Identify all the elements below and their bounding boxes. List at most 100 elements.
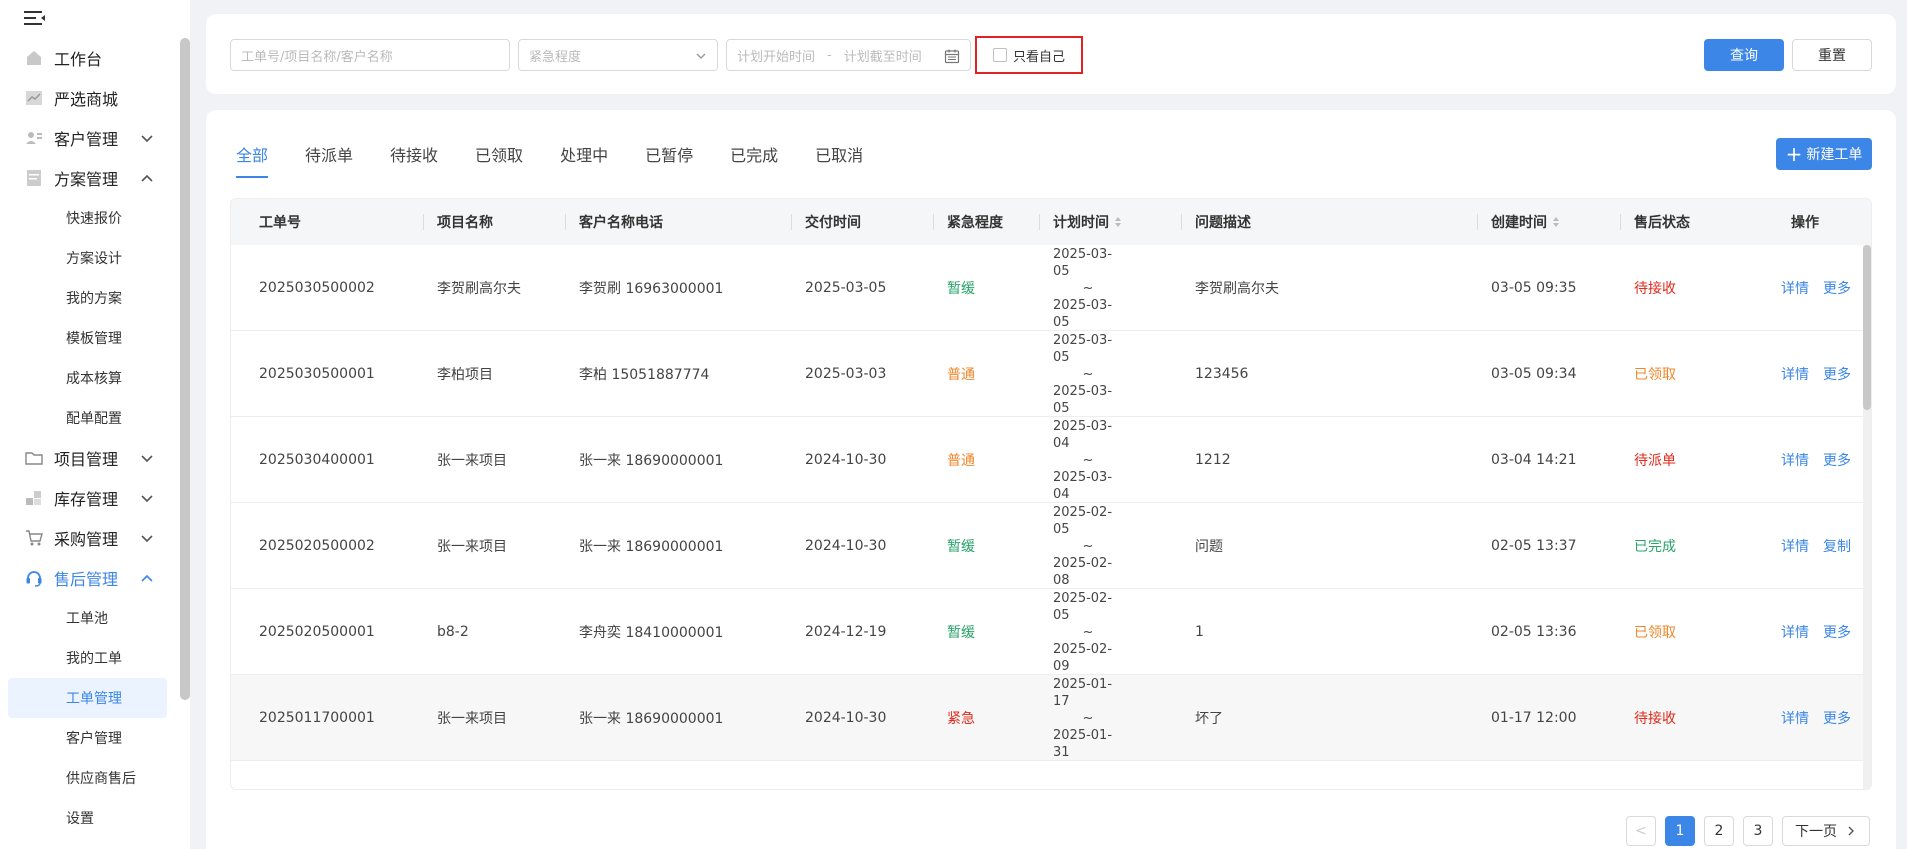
sidebar-item-label: 客户管理 <box>54 130 119 149</box>
more-link[interactable]: 更多 <box>1823 708 1851 728</box>
new-work-order-button[interactable]: + 新建工单 <box>1776 138 1872 170</box>
table-row[interactable]: 2025030500002 李贺刷高尔夫 李贺刷 16963000001 2025-0… <box>231 245 1871 331</box>
row-actions: 详情 更多 <box>1781 589 1865 675</box>
sidebar-item-label: 售后管理 <box>54 570 119 589</box>
detail-link[interactable]: 详情 <box>1781 278 1809 298</box>
keyword-placeholder: 工单号/项目名称/客户名称 <box>241 49 393 65</box>
more-link[interactable]: 更多 <box>1823 278 1851 298</box>
table-scrollbar-thumb[interactable] <box>1863 245 1871 410</box>
after-sales-status: 待派单 <box>1634 453 1676 469</box>
detail-link[interactable]: 详情 <box>1781 364 1809 384</box>
table-row[interactable]: 2025011700001 张一来项目 张一来 18690000001 2024-10… <box>231 675 1871 761</box>
collapse-menu-icon[interactable] <box>24 10 46 26</box>
reset-button[interactable]: 重置 <box>1792 39 1872 71</box>
sidebar-item[interactable]: 方案管理 <box>0 158 175 198</box>
table-body: 2025030500002 李贺刷高尔夫 李贺刷 16963000001 2025-0… <box>231 245 1871 761</box>
created-time: 02-05 13:36 <box>1491 624 1577 640</box>
sidebar-item[interactable]: 项目管理 <box>0 438 175 478</box>
delivery-date: 2024-10-30 <box>805 710 887 726</box>
status-tab[interactable]: 已领取 <box>475 142 523 178</box>
status-tab[interactable]: 待接收 <box>390 142 438 178</box>
sidebar-item[interactable]: 售后管理 <box>0 558 175 598</box>
next-page-button[interactable]: 下一页 <box>1782 816 1870 846</box>
status-tab[interactable]: 已完成 <box>730 142 778 178</box>
status-tab[interactable]: 处理中 <box>560 142 608 178</box>
column-divider <box>565 214 566 230</box>
status-tab[interactable]: 待派单 <box>305 142 353 178</box>
sort-icon[interactable] <box>1115 217 1121 227</box>
sidebar-scrollbar[interactable] <box>180 38 190 700</box>
sidebar-item[interactable]: 严选商城 <box>0 78 175 118</box>
prev-page-button[interactable]: < <box>1626 816 1656 846</box>
query-button[interactable]: 查询 <box>1704 39 1784 71</box>
only-mine-checkbox[interactable]: 只看自己 <box>975 36 1083 74</box>
status-tab[interactable]: 已取消 <box>815 142 863 178</box>
plan-range-separator: ~ <box>1082 624 1094 640</box>
table-row[interactable]: 2025030400001 张一来项目 张一来 18690000001 2024-10… <box>231 417 1871 503</box>
column-header[interactable]: 创建时间 <box>1477 199 1559 245</box>
plan-range-separator: ~ <box>1082 710 1094 726</box>
chevron-up-icon[interactable] <box>139 570 155 586</box>
column-header: 紧急程度 <box>933 199 1003 245</box>
table-row[interactable]: 2025020500001 b8-2 李舟奕 18410000001 2024-12-… <box>231 589 1871 675</box>
page-number[interactable]: 2 <box>1704 816 1734 846</box>
sidebar-item-label: 库存管理 <box>54 490 119 509</box>
sidebar-subitem[interactable]: 快速报价 <box>0 198 175 238</box>
more-link[interactable]: 更多 <box>1823 364 1851 384</box>
chevron-down-icon[interactable] <box>139 490 155 506</box>
detail-link[interactable]: 详情 <box>1781 622 1809 642</box>
plan-time: 2025-03-05 ~2025-03-05 <box>1053 331 1123 417</box>
sidebar-subitem[interactable]: 配单配置 <box>0 398 175 438</box>
plan-end-date: 2025-03-04 <box>1053 469 1113 502</box>
row-actions: 详情 复制 <box>1781 503 1865 589</box>
delivery-date: 2025-03-03 <box>805 366 887 382</box>
sidebar-subitem[interactable]: 成本核算 <box>0 358 175 398</box>
work-order-id: 2025030500002 <box>259 280 375 296</box>
plan-date-range-picker[interactable]: 计划开始时间 - 计划截至时间 <box>726 39 971 71</box>
table-row[interactable]: 2025030500001 李柏项目 李柏 15051887774 2025-03-0… <box>231 331 1871 417</box>
sidebar-subitem[interactable]: 模板管理 <box>0 318 175 358</box>
chevron-up-icon[interactable] <box>139 170 155 186</box>
more-link[interactable]: 更多 <box>1823 622 1851 642</box>
sidebar-item[interactable]: 客户管理 <box>0 118 175 158</box>
sidebar-subitem[interactable]: 我的方案 <box>0 278 175 318</box>
issue-description: 坏了 <box>1195 711 1223 727</box>
column-header[interactable]: 计划时间 <box>1039 199 1121 245</box>
sidebar-item[interactable]: 采购管理 <box>0 518 175 558</box>
page-number[interactable]: 1 <box>1665 816 1695 846</box>
sidebar-subitem[interactable]: 我的工单 <box>0 638 175 678</box>
sidebar-item[interactable]: 库存管理 <box>0 478 175 518</box>
sidebar-scrollbar-thumb[interactable] <box>180 38 190 700</box>
sidebar-item[interactable]: 工作台 <box>0 38 175 78</box>
detail-link[interactable]: 详情 <box>1781 708 1809 728</box>
status-tab[interactable]: 已暂停 <box>645 142 693 178</box>
row-actions: 详情 更多 <box>1781 331 1865 417</box>
more-link[interactable]: 更多 <box>1823 450 1851 470</box>
more-link[interactable]: 复制 <box>1823 536 1851 556</box>
table-scrollbar[interactable] <box>1863 245 1871 789</box>
detail-link[interactable]: 详情 <box>1781 536 1809 556</box>
plan-start-date: 2025-03-04 <box>1053 418 1113 451</box>
calendar-icon <box>944 49 960 64</box>
chevron-down-icon[interactable] <box>139 450 155 466</box>
sort-icon[interactable] <box>1553 217 1559 227</box>
sidebar-item-label: 工作台 <box>54 50 103 69</box>
sidebar-subitem[interactable]: 工单池 <box>0 598 175 638</box>
checkbox-box[interactable] <box>993 48 1007 62</box>
column-header-label: 售后状态 <box>1634 215 1690 231</box>
sidebar-subitem[interactable]: 客户管理 <box>0 718 175 758</box>
status-tab[interactable]: 全部 <box>236 142 269 178</box>
table-row[interactable]: 2025020500002 张一来项目 张一来 18690000001 2024-10… <box>231 503 1871 589</box>
plan-start-date: 2025-03-05 <box>1053 332 1113 365</box>
chevron-down-icon[interactable] <box>139 130 155 146</box>
sidebar-subitem[interactable]: 供应商售后 <box>0 758 175 798</box>
page-number[interactable]: 3 <box>1743 816 1773 846</box>
keyword-search-input[interactable]: 工单号/项目名称/客户名称 <box>230 39 510 71</box>
detail-link[interactable]: 详情 <box>1781 450 1809 470</box>
sidebar-subitem[interactable]: 方案设计 <box>0 238 175 278</box>
sidebar-subitem[interactable]: 工单管理 <box>8 678 167 718</box>
chevron-down-icon[interactable] <box>139 530 155 546</box>
sidebar-subitem[interactable]: 设置 <box>0 798 175 838</box>
urgency-select[interactable]: 紧急程度 <box>518 39 718 71</box>
column-header-label: 操作 <box>1791 215 1819 231</box>
